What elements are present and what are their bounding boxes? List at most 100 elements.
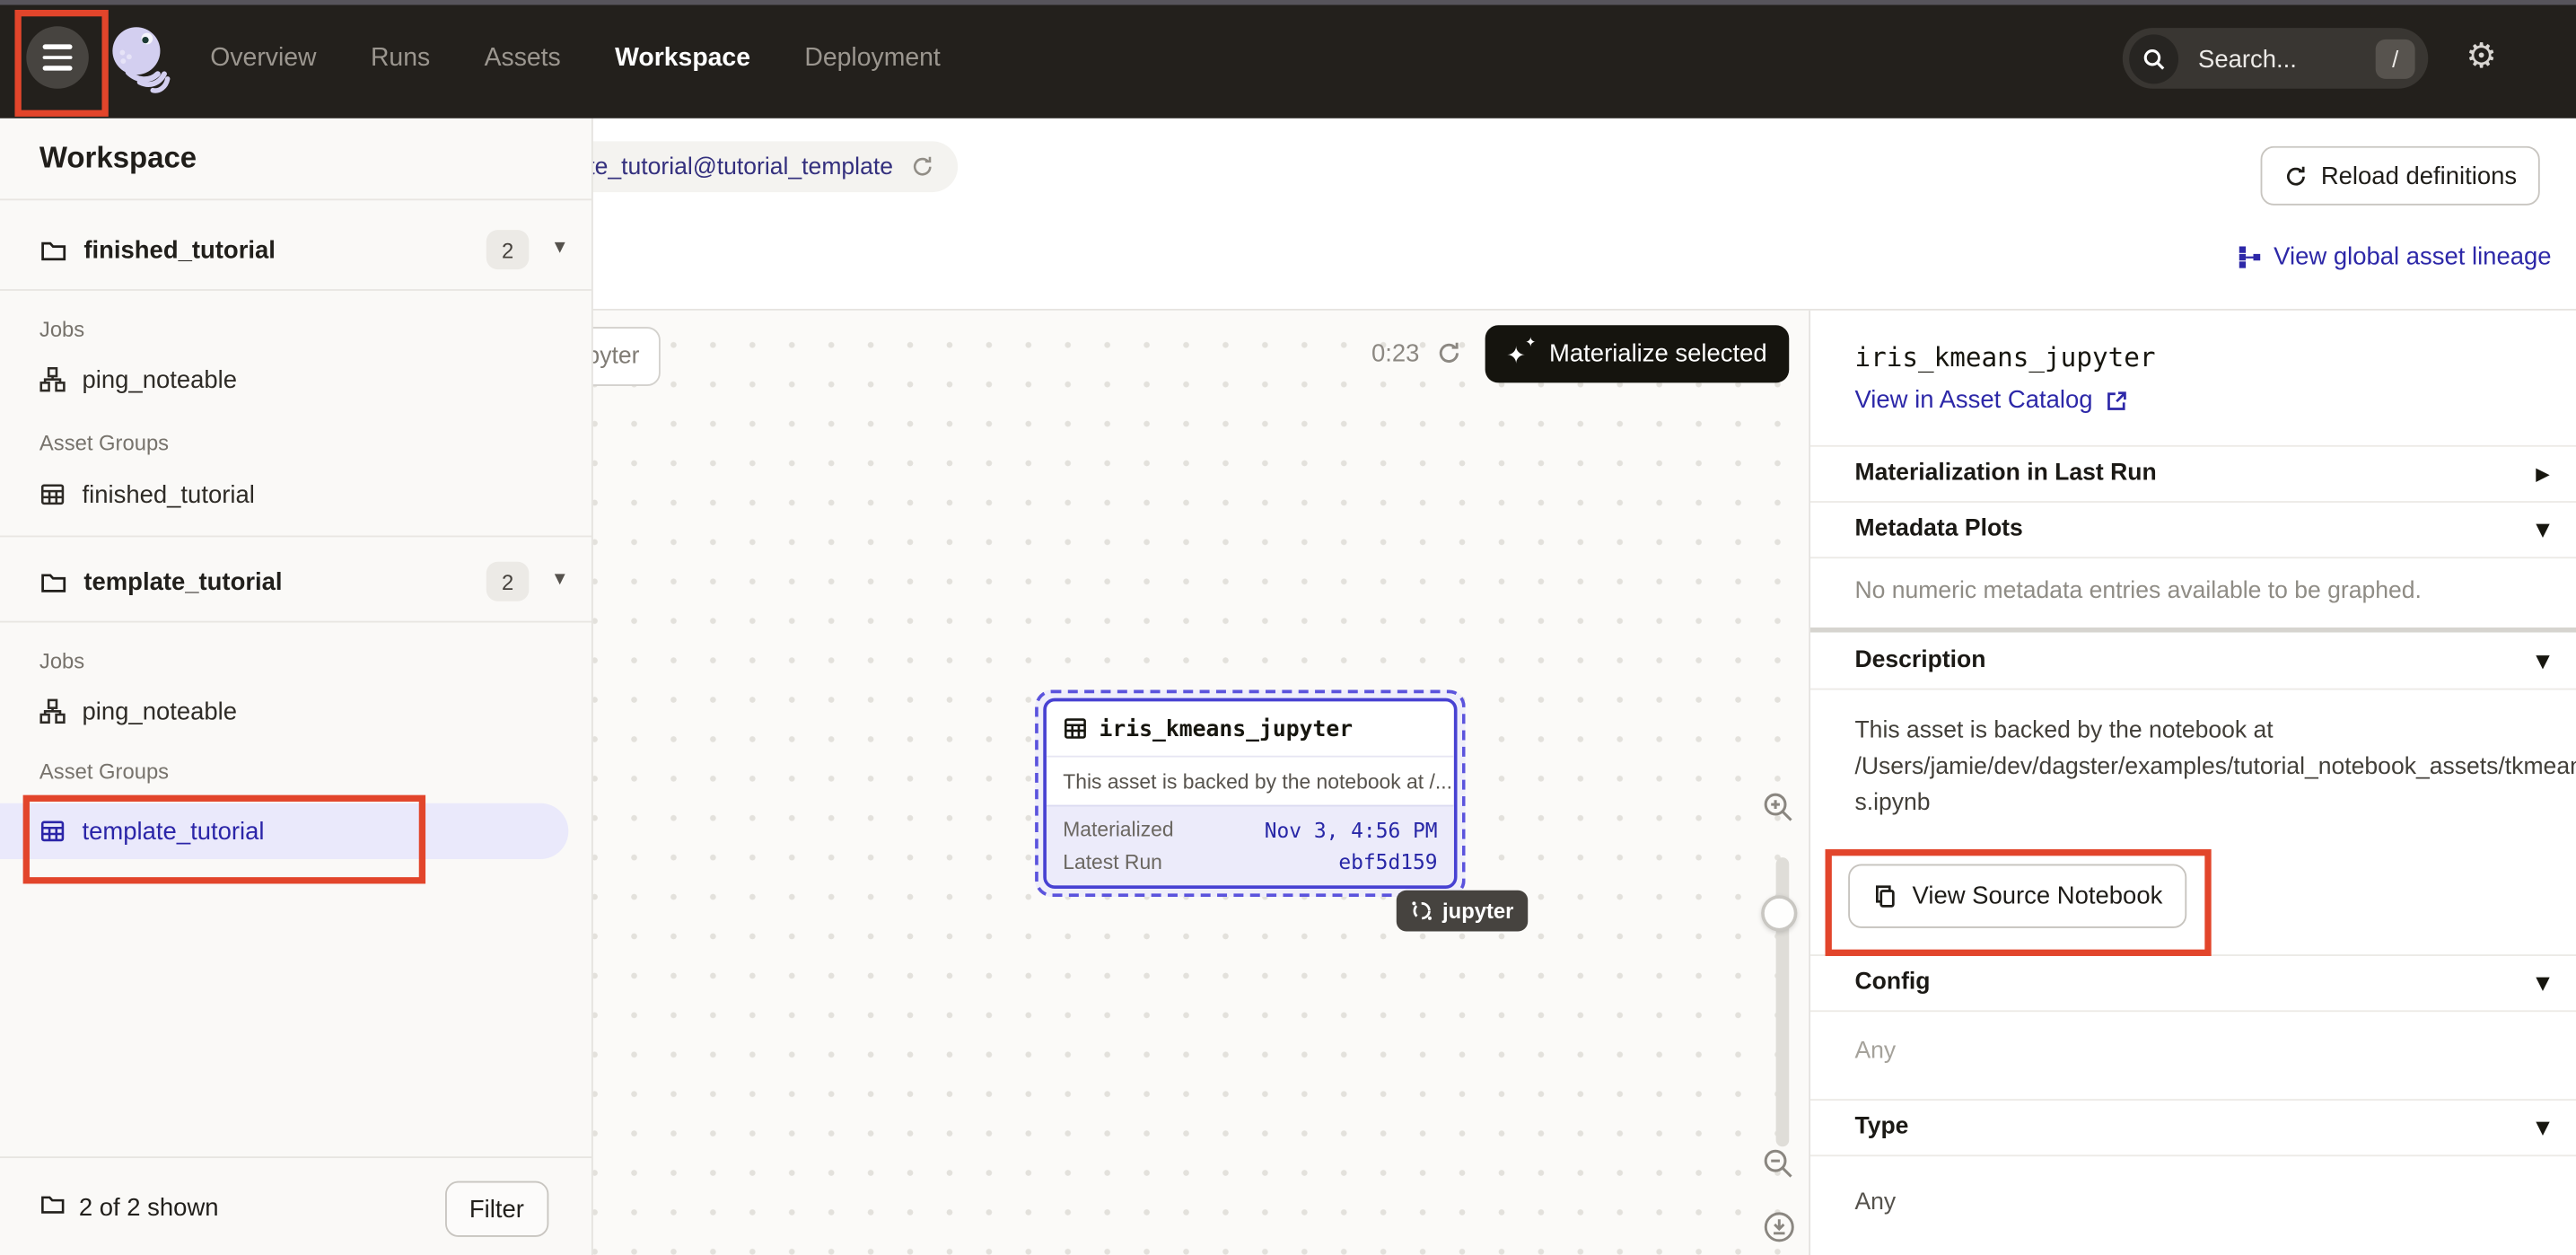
section-materialization-in-last-run[interactable]: Materialization in Last Run ▶ bbox=[1810, 445, 2576, 501]
view-source-notebook-label: View Source Notebook bbox=[1913, 882, 2163, 910]
jobs-section-label: Jobs bbox=[39, 649, 84, 673]
latest-run-row: Latest Run ebf5d159 bbox=[1063, 850, 1437, 874]
reload-definitions-label: Reload definitions bbox=[2321, 162, 2517, 189]
dagster-app: Overview Runs Assets Workspace Deploymen… bbox=[0, 0, 2576, 1255]
repo-row-template-tutorial[interactable]: template_tutorial 2 ▾ bbox=[0, 542, 591, 621]
chevron-expanded-icon: ▼ bbox=[2536, 973, 2550, 991]
zoom-slider-handle[interactable] bbox=[1761, 895, 1797, 931]
jobs-section-label: Jobs bbox=[39, 317, 84, 341]
sidebar-item-job-ping-noteable[interactable]: ping_noteable bbox=[0, 355, 568, 404]
materialize-selected-button[interactable]: ✦ ✦ Materialize selected bbox=[1485, 325, 1789, 382]
asset-node-description: This asset is backed by the notebook at … bbox=[1047, 758, 1454, 805]
catalog-link-label: View in Asset Catalog bbox=[1854, 386, 2092, 414]
repo-count-badge: 2 bbox=[486, 562, 530, 601]
search-shortcut-key: / bbox=[2376, 39, 2415, 78]
sidebar-title: Workspace bbox=[39, 141, 197, 175]
primary-nav: Overview Runs Assets Workspace Deploymen… bbox=[210, 0, 941, 118]
asset-node-header: iris_kmeans_jupyter bbox=[1047, 701, 1454, 757]
gear-icon[interactable]: ⚙ bbox=[2466, 39, 2496, 74]
filter-button[interactable]: Filter bbox=[444, 1181, 548, 1237]
sidebar-item-job-ping-noteable[interactable]: ping_noteable bbox=[0, 687, 568, 736]
breadcrumb[interactable]: te_tutorial@tutorial_template bbox=[565, 141, 958, 192]
reload-definitions-button[interactable]: Reload definitions bbox=[2260, 146, 2540, 206]
reload-icon bbox=[2283, 163, 2308, 188]
lineage-link-label: View global asset lineage bbox=[2274, 243, 2551, 271]
view-source-notebook-button[interactable]: View Source Notebook bbox=[1848, 864, 2187, 927]
repo-row-finished-tutorial[interactable]: finished_tutorial 2 ▾ bbox=[0, 210, 591, 289]
chevron-down-icon[interactable]: ▾ bbox=[555, 236, 565, 258]
view-in-asset-catalog-link[interactable]: View in Asset Catalog bbox=[1854, 386, 2126, 414]
section-type[interactable]: Type ▼ bbox=[1810, 1099, 2576, 1154]
folder-icon bbox=[39, 236, 67, 264]
job-icon bbox=[39, 698, 66, 724]
sidebar-footer: 2 of 2 shown Filter bbox=[0, 1156, 591, 1255]
section-config[interactable]: Config ▼ bbox=[1810, 954, 2576, 1010]
type-value: Any bbox=[1854, 1189, 1896, 1216]
nav-item-deployment[interactable]: Deployment bbox=[804, 44, 940, 74]
nav-item-runs[interactable]: Runs bbox=[371, 44, 430, 74]
chevron-expanded-icon: ▼ bbox=[2536, 652, 2550, 670]
jupyter-tag-label: jupyter bbox=[1442, 899, 1513, 923]
asset-group-name: finished_tutorial bbox=[83, 480, 255, 508]
asset-node-name: iris_kmeans_jupyter bbox=[1100, 715, 1354, 742]
job-name: ping_noteable bbox=[83, 698, 238, 725]
folder-icon bbox=[39, 1191, 66, 1217]
nav-item-assets[interactable]: Assets bbox=[485, 44, 561, 74]
materialized-row: Materialized Nov 3, 4:56 PM bbox=[1063, 818, 1437, 842]
asset-groups-section-label: Asset Groups bbox=[39, 430, 169, 454]
content-header: te_tutorial@tutorial_template Reload def… bbox=[591, 118, 2576, 311]
asset-group-icon bbox=[39, 481, 66, 507]
nav-item-workspace[interactable]: Workspace bbox=[615, 44, 750, 74]
materialized-timestamp[interactable]: Nov 3, 4:56 PM bbox=[1265, 818, 1438, 842]
sparkle-icon: ✦ ✦ bbox=[1506, 339, 1534, 369]
download-icon[interactable] bbox=[1761, 1209, 1797, 1245]
screenshot-viewport: Overview Runs Assets Workspace Deploymen… bbox=[0, 0, 2576, 1255]
asset-node-iris-kmeans-jupyter[interactable]: iris_kmeans_jupyter This asset is backed… bbox=[1043, 698, 1457, 889]
external-link-icon bbox=[2104, 389, 2127, 412]
chevron-down-icon[interactable]: ▾ bbox=[555, 568, 565, 590]
section-description[interactable]: Description ▼ bbox=[1810, 632, 2576, 688]
folder-icon bbox=[39, 567, 67, 595]
materialize-selected-label: Materialize selected bbox=[1549, 340, 1767, 368]
chevron-expanded-icon: ▼ bbox=[2536, 1118, 2550, 1136]
section-metadata-plots[interactable]: Metadata Plots ▼ bbox=[1810, 501, 2576, 557]
jupyter-tag[interactable]: jupyter bbox=[1397, 891, 1529, 932]
config-value: Any bbox=[1854, 1038, 1896, 1064]
hamburger-menu-button[interactable] bbox=[26, 26, 89, 89]
sidebar-item-asset-group-finished-tutorial[interactable]: finished_tutorial bbox=[0, 470, 568, 519]
sidebar-item-asset-group-template-tutorial[interactable]: template_tutorial bbox=[0, 803, 568, 859]
search-input[interactable] bbox=[2195, 28, 2353, 92]
top-nav: Overview Runs Assets Workspace Deploymen… bbox=[0, 0, 2576, 118]
nav-item-overview[interactable]: Overview bbox=[210, 44, 316, 74]
asset-graph-canvas[interactable]: pyter 0:23 ✦ ✦ Materialize selected bbox=[591, 309, 1809, 1255]
job-icon bbox=[39, 366, 66, 392]
lineage-icon bbox=[2238, 245, 2262, 269]
breadcrumb-label: te_tutorial@tutorial_template bbox=[588, 154, 893, 180]
asset-node-stats: Materialized Nov 3, 4:56 PM Latest Run e… bbox=[1047, 805, 1454, 886]
job-name: ping_noteable bbox=[83, 365, 238, 393]
repos-shown-count: 2 of 2 shown bbox=[79, 1194, 219, 1222]
metadata-plots-empty-text: No numeric metadata entries available to… bbox=[1854, 578, 2421, 604]
repo-count-badge: 2 bbox=[486, 230, 530, 269]
search-icon bbox=[2129, 34, 2178, 83]
global-search[interactable]: / bbox=[2123, 28, 2428, 89]
zoom-in-icon[interactable] bbox=[1761, 790, 1797, 826]
table-icon bbox=[1063, 716, 1087, 741]
asset-detail-panel: iris_kmeans_jupyter View in Asset Catalo… bbox=[1809, 309, 2576, 1255]
refresh-timer: 0:23 bbox=[1344, 340, 1419, 368]
notebook-copy-icon bbox=[1873, 883, 1897, 908]
reload-icon[interactable] bbox=[909, 154, 933, 179]
workspace-sidebar: Workspace finished_tutorial 2 ▾ Jobs pin… bbox=[0, 118, 593, 1255]
zoom-out-icon[interactable] bbox=[1761, 1146, 1797, 1182]
view-global-asset-lineage-link[interactable]: View global asset lineage bbox=[2238, 243, 2552, 271]
refresh-icon[interactable] bbox=[1436, 340, 1462, 366]
chevron-expanded-icon: ▼ bbox=[2536, 520, 2550, 538]
chevron-right-icon: ▶ bbox=[2536, 464, 2550, 482]
asset-group-icon bbox=[39, 818, 66, 844]
repo-name: finished_tutorial bbox=[83, 236, 276, 264]
latest-run-id[interactable]: ebf5d159 bbox=[1338, 850, 1437, 874]
graph-filter-chip[interactable]: pyter bbox=[591, 327, 661, 386]
jupyter-icon bbox=[1411, 900, 1433, 922]
asset-node-selection[interactable]: iris_kmeans_jupyter This asset is backed… bbox=[1035, 690, 1466, 898]
asset-groups-section-label: Asset Groups bbox=[39, 759, 169, 783]
